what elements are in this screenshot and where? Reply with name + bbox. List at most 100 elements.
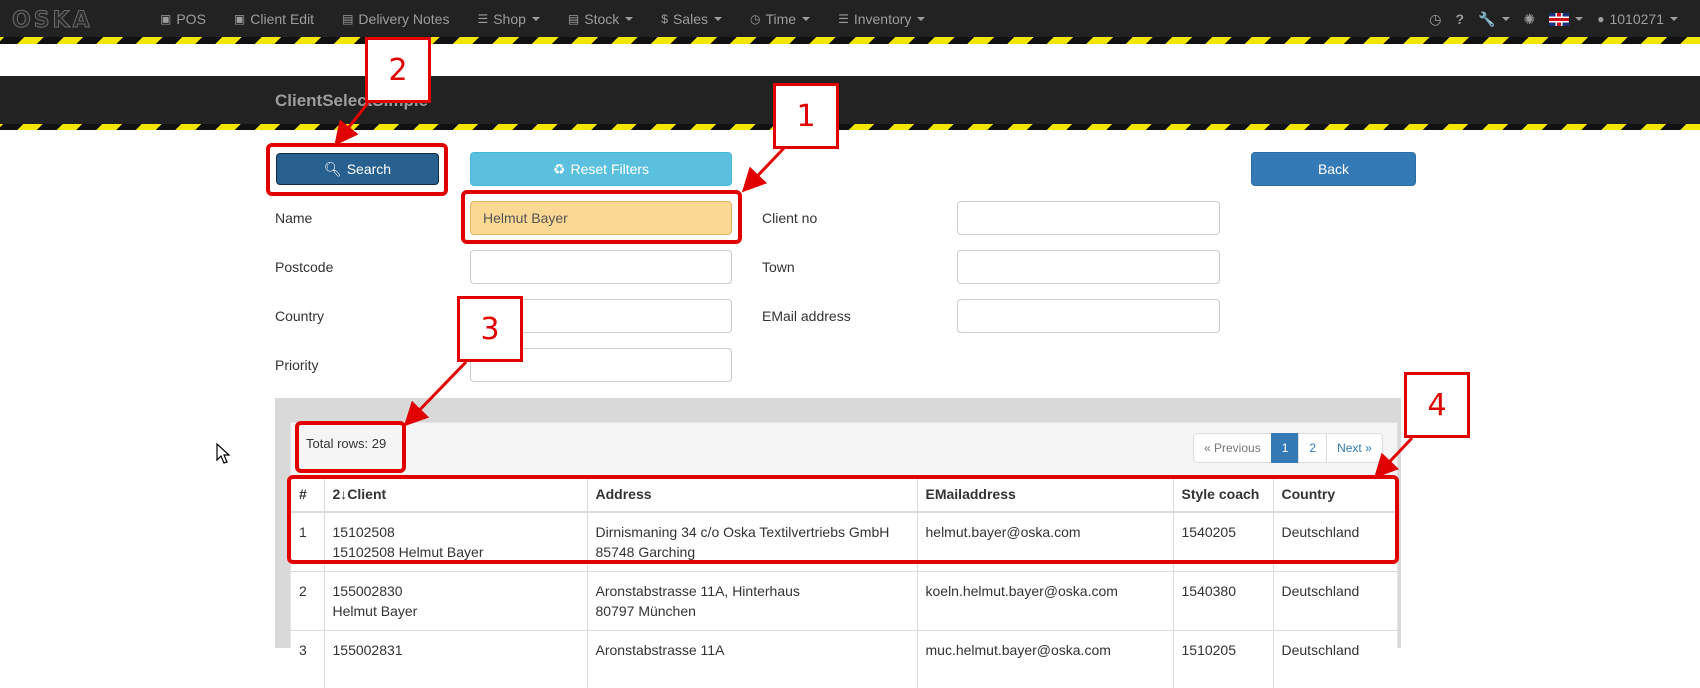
dollar-icon: $ [661,12,668,26]
country-label: Country [275,308,325,324]
search-button-label: Search [346,161,392,177]
nav-sales[interactable]: $ Sales [661,11,722,27]
user-icon: ● [1597,12,1605,26]
callout-4: 4 [1404,372,1470,438]
row-number: 1 [291,511,325,572]
address-line-2: 85748 Garching [595,544,696,560]
row-number: 2 [291,571,325,631]
history-clock-icon: ◷ [1429,10,1442,27]
table-header-row: # 2↓Client Address EMailaddress Style co… [291,476,1397,513]
country-cell: Deutschland [1273,571,1397,631]
chevron-down-icon [714,17,722,21]
style-coach-cell: 1540205 [1173,511,1274,572]
callout-3: 3 [457,296,523,362]
col-header-email[interactable]: EMailaddress [917,476,1174,513]
nav-time[interactable]: ◷ Time [750,11,811,27]
col-header-client[interactable]: 2↓Client [324,476,588,513]
nav-delivery-notes-label: Delivery Notes [358,11,450,27]
help-button[interactable]: ? [1456,11,1465,27]
top-navbar: OSKA ▣ POS ▣ Client Edit ▤ Delivery Note… [0,0,1700,44]
callout-1: 1 [773,83,839,149]
postcode-input[interactable] [470,250,732,284]
nav-inventory-label: Inventory [853,11,912,27]
main-menu: ▣ POS ▣ Client Edit ▤ Delivery Notes ☰ S… [160,0,953,38]
priority-label: Priority [275,357,319,373]
client-cell: 155002831 [324,630,588,688]
table-row[interactable]: 3 155002831 Aronstabstrasse 11A muc.helm… [291,630,1397,688]
client-name: Helmut Bayer [332,603,418,619]
nav-delivery-notes[interactable]: ▤ Delivery Notes [342,11,449,27]
country-cell: Deutschland [1273,630,1397,688]
reset-filters-button[interactable]: ♻ Reset Filters [470,152,732,186]
email-input[interactable] [957,299,1220,333]
nav-pos-label: POS [176,11,206,27]
archive-icon: ▤ [567,12,580,26]
nav-shop[interactable]: ☰ Shop [477,11,540,27]
list-icon: ☰ [838,12,849,26]
nav-shop-label: Shop [493,11,526,27]
nav-client-edit[interactable]: ▣ Client Edit [234,11,314,27]
question-icon: ? [1455,11,1465,27]
uk-flag-icon [1549,12,1570,26]
town-label: Town [762,259,795,275]
name-input[interactable] [470,201,732,235]
email-label: EMail address [762,308,851,324]
search-button[interactable]: 🔍︎ Search [276,153,439,185]
language-menu[interactable] [1549,12,1584,26]
oska-logo[interactable]: OSKA [12,8,93,34]
postcode-label: Postcode [275,259,334,275]
name-label: Name [275,210,313,226]
nav-stock[interactable]: ▤ Stock [567,11,634,27]
client-name: 15102508 Helmut Bayer [332,544,484,560]
chevron-down-icon [1501,17,1510,21]
nav-time-label: Time [765,11,797,27]
user-dropdown[interactable]: ● 1010271 [1597,11,1678,27]
recycle-icon: ♻ [552,160,566,177]
bug-icon: ✺ [1523,10,1536,27]
chevron-down-icon [1670,17,1678,21]
col-header-number[interactable]: # [291,476,325,513]
table-row[interactable]: 1 15102508 15102508 Helmut Bayer Dirnism… [291,511,1397,572]
address-cell: Aronstabstrasse 11A [587,630,918,688]
col-header-country[interactable]: Country [1273,476,1397,513]
client-no-input[interactable] [957,201,1220,235]
address-cell: Dirnismaning 34 c/o Oska Textilvertriebs… [587,511,918,572]
tools-menu[interactable]: 🔧 [1478,11,1510,28]
nav-client-edit-label: Client Edit [250,11,315,27]
client-number: 15102508 [332,524,395,540]
pagination-page-2[interactable]: 2 [1298,433,1328,463]
chevron-down-icon [625,17,634,21]
table-row[interactable]: 2 155002830 Helmut Bayer Aronstabstrasse… [291,571,1397,631]
client-number: 155002830 [332,583,403,599]
row-number: 3 [291,630,325,688]
pagination: « Previous 1 2 Next » [1193,433,1383,463]
back-button[interactable]: Back [1251,152,1416,186]
clock-icon: ◷ [750,12,761,26]
nav-stock-label: Stock [584,11,620,27]
contact-card-icon: ▣ [233,12,246,26]
client-no-label: Client no [762,210,818,226]
col-header-style-coach[interactable]: Style coach [1173,476,1274,513]
country-cell: Deutschland [1273,511,1397,572]
user-menu-area: ◷ ? 🔧 ✺ ● 1010271 [1415,0,1678,38]
callout-2: 2 [365,37,431,103]
mouse-cursor-icon [216,443,231,464]
shopping-bag-icon: ▣ [160,12,172,26]
pagination-previous[interactable]: « Previous [1193,433,1272,463]
bug-report-button[interactable]: ✺ [1524,11,1536,28]
col-header-address[interactable]: Address [587,476,918,513]
email-cell: muc.helmut.bayer@oska.com [917,630,1174,688]
pagination-next[interactable]: Next » [1326,433,1383,463]
search-icon: 🔍︎ [323,160,342,177]
sliders-icon: ☰ [477,12,489,26]
reset-filters-label: Reset Filters [570,161,650,177]
nav-inventory[interactable]: ☰ Inventory [838,11,926,27]
address-line-1: Aronstabstrasse 11A [595,642,725,658]
address-cell: Aronstabstrasse 11A, Hinterhaus 80797 Mü… [587,571,918,631]
arrow-callout-1 [741,146,786,193]
nav-pos[interactable]: ▣ POS [160,11,206,27]
results-table: # 2↓Client Address EMailaddress Style co… [291,476,1397,688]
town-input[interactable] [957,250,1220,284]
pagination-page-1[interactable]: 1 [1270,433,1300,463]
history-button[interactable]: ◷ [1429,11,1441,28]
